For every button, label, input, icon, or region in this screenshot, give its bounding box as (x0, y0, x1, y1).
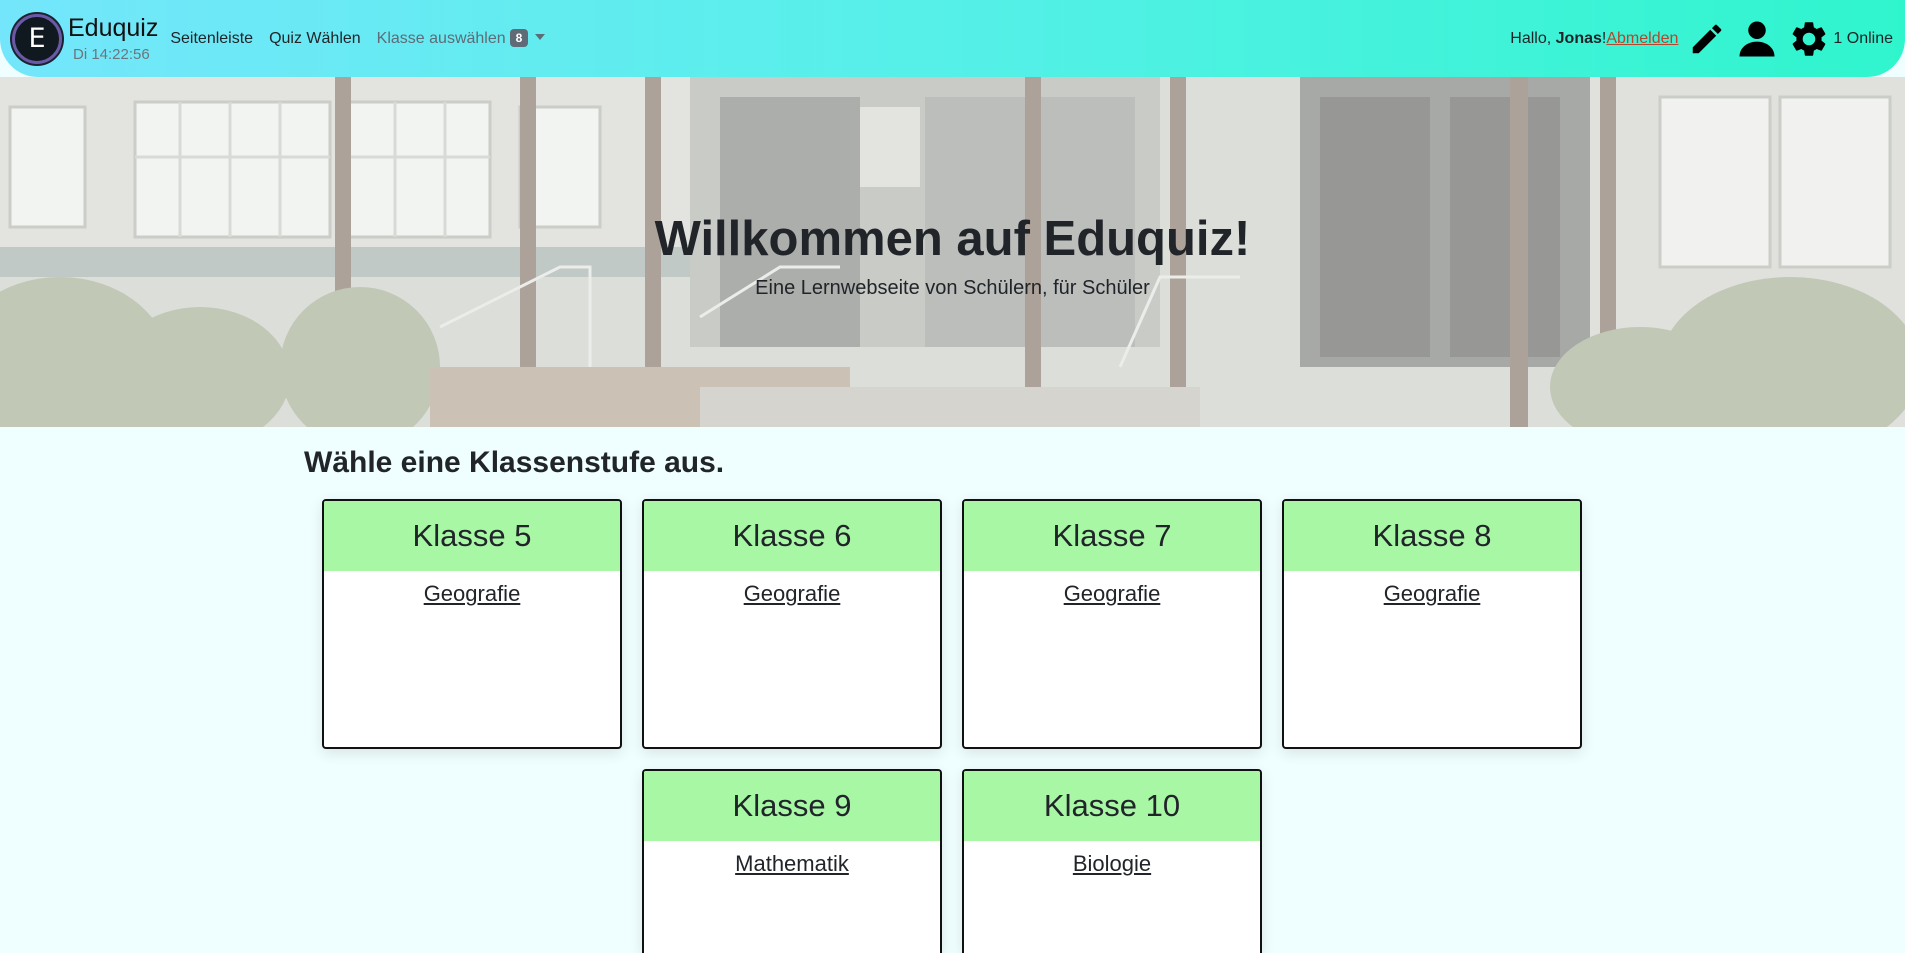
caret-down-icon (535, 34, 546, 40)
nav-choose-quiz-link[interactable]: Quiz Wählen (269, 30, 361, 48)
card-title: Klasse 10 (964, 771, 1260, 841)
greeting-text: Hallo, (1510, 29, 1556, 47)
subject-link[interactable]: Geografie (424, 581, 521, 606)
user-icon[interactable] (1736, 18, 1778, 60)
logo-letter: E (28, 23, 46, 54)
logout-link[interactable]: Abmelden (1606, 30, 1678, 48)
nav-sidebar-link[interactable]: Seitenleiste (170, 30, 253, 48)
clock: Di 14:22:56 (73, 45, 150, 63)
user-name: Jonas (1555, 29, 1602, 47)
subject-link[interactable]: Biologie (1073, 851, 1151, 876)
card-body: Geografie (324, 571, 620, 607)
pencil-icon[interactable] (1688, 20, 1726, 58)
subject-link[interactable]: Geografie (1064, 581, 1161, 606)
class-card-10[interactable]: Klasse 10 Biologie (962, 769, 1262, 953)
gear-icon[interactable] (1788, 18, 1830, 60)
card-body: Biologie (964, 841, 1260, 877)
card-body: Mathematik (644, 841, 940, 877)
card-body: Geografie (644, 571, 940, 607)
section-title: Wähle eine Klassenstufe aus. (304, 446, 725, 479)
greeting: Hallo, Jonas! (1510, 30, 1606, 48)
top-navbar: E Eduquiz Di 14:22:56 Seitenleiste Quiz … (0, 0, 1905, 77)
card-title: Klasse 6 (644, 501, 940, 571)
class-card-6[interactable]: Klasse 6 Geografie (642, 499, 942, 749)
hero-text: Willkommen auf Eduquiz! Eine Lernwebseit… (0, 77, 1905, 427)
eduquiz-logo[interactable]: E (12, 13, 62, 64)
class-card-5[interactable]: Klasse 5 Geografie (322, 499, 622, 749)
nav-links: Seitenleiste Quiz Wählen Klasse auswähle… (170, 29, 561, 48)
class-card-8[interactable]: Klasse 8 Geografie (1282, 499, 1582, 749)
card-body: Geografie (1284, 571, 1580, 607)
class-card-9[interactable]: Klasse 9 Mathematik (642, 769, 942, 953)
subject-link[interactable]: Mathematik (735, 851, 849, 876)
class-select-dropdown[interactable]: Klasse auswählen 8 (377, 29, 546, 48)
brand: Eduquiz Di 14:22:56 (68, 15, 158, 63)
card-title: Klasse 8 (1284, 501, 1580, 571)
card-body: Geografie (964, 571, 1260, 607)
hero-banner: Willkommen auf Eduquiz! Eine Lernwebseit… (0, 77, 1905, 427)
class-card-7[interactable]: Klasse 7 Geografie (962, 499, 1262, 749)
hero-title: Willkommen auf Eduquiz! (654, 212, 1251, 266)
class-badge: 8 (509, 29, 529, 47)
online-count: 1 Online (1833, 29, 1893, 47)
user-area: Hallo, Jonas! Abmelden 1 Online (1510, 18, 1893, 60)
brand-name[interactable]: Eduquiz (68, 15, 158, 41)
card-title: Klasse 7 (964, 501, 1260, 571)
hero-subtitle: Eine Lernwebseite von Schülern, für Schü… (755, 277, 1150, 299)
class-select-label: Klasse auswählen (376, 30, 506, 47)
subject-link[interactable]: Geografie (1384, 581, 1481, 606)
card-title: Klasse 5 (324, 501, 620, 571)
subject-link[interactable]: Geografie (744, 581, 841, 606)
card-title: Klasse 9 (644, 771, 940, 841)
